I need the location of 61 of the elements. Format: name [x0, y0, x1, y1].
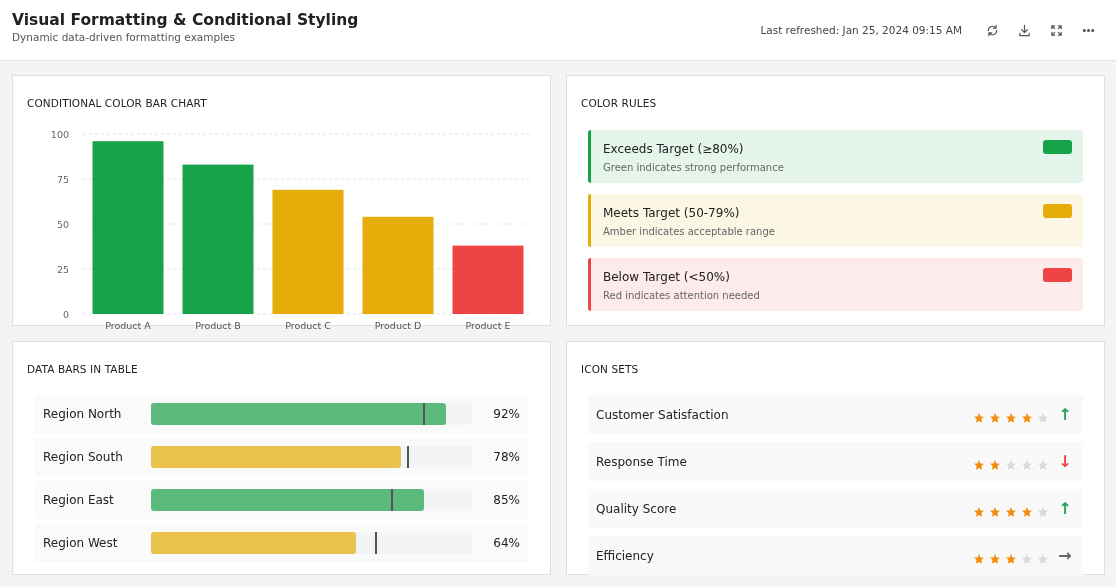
card-title: ICON SETS	[581, 362, 639, 377]
download-icon	[1016, 23, 1032, 38]
star-icon	[989, 552, 1001, 565]
kpi-label: Response Time	[596, 453, 688, 471]
star-icon	[973, 458, 985, 471]
star-icon	[973, 552, 985, 565]
star-icon	[1037, 411, 1049, 424]
rule-description: Red indicates attention needed	[603, 289, 760, 303]
kpi-label: Efficiency	[596, 547, 655, 565]
star-icon	[1021, 552, 1033, 565]
star-icon	[1037, 505, 1049, 518]
x-tick-label: Product D	[374, 320, 422, 331]
star-icon	[1021, 458, 1033, 471]
star-icon	[989, 458, 1001, 471]
rule-label: Below Target (<50%)	[603, 269, 731, 286]
star-icon	[1005, 458, 1017, 471]
last-refreshed-text: Last refreshed: Jan 25, 2024 09:15 AM	[760, 22, 962, 38]
page-title: Visual Formatting & Conditional Styling	[12, 11, 359, 30]
y-tick-label: 100	[50, 128, 69, 140]
trend-arrow: →	[1057, 544, 1073, 567]
star-icon	[1005, 411, 1017, 424]
y-tick-label: 0	[62, 308, 69, 320]
percent-value: 64%	[492, 535, 520, 552]
region-label: Region West	[43, 535, 119, 552]
star-icon	[1005, 552, 1017, 565]
x-tick-label: Product A	[105, 320, 151, 331]
expand-icon	[1048, 23, 1064, 38]
star-icon	[973, 411, 985, 424]
rule-label: Meets Target (50-79%)	[603, 205, 741, 222]
star-icon	[1005, 505, 1017, 518]
trend-arrow: ↑	[1057, 497, 1073, 520]
star-icon	[1037, 458, 1049, 471]
card-title: CONDITIONAL COLOR BAR CHART	[27, 96, 207, 111]
card-title: DATA BARS IN TABLE	[27, 362, 138, 377]
rule-description: Amber indicates acceptable range	[603, 225, 775, 239]
y-tick-label: 75	[56, 173, 69, 185]
page-subtitle: Dynamic data-driven formatting examples	[12, 29, 237, 45]
star-icon	[989, 505, 1001, 518]
x-tick-label: Product E	[465, 320, 511, 331]
trend-arrow: ↑	[1057, 403, 1073, 426]
trend-arrow: ↓	[1057, 450, 1073, 473]
x-tick-label: Product B	[195, 320, 241, 331]
percent-value: 92%	[492, 406, 520, 423]
y-tick-label: 25	[56, 263, 69, 275]
region-label: Region North	[43, 406, 123, 423]
star-icon	[973, 505, 985, 518]
x-tick-label: Product C	[285, 320, 331, 331]
y-tick-label: 50	[56, 218, 69, 230]
card-title: COLOR RULES	[581, 96, 657, 111]
star-icon	[1021, 411, 1033, 424]
star-icon	[989, 411, 1001, 424]
rule-description: Green indicates strong performance	[603, 161, 784, 175]
rule-label: Exceeds Target (≥80%)	[603, 141, 745, 158]
star-icon	[1021, 505, 1033, 518]
percent-value: 78%	[492, 449, 520, 466]
percent-value: 85%	[492, 492, 520, 509]
star-icon	[1037, 552, 1049, 565]
region-label: Region East	[43, 492, 115, 509]
region-label: Region South	[43, 449, 124, 466]
kpi-label: Quality Score	[596, 500, 678, 518]
kpi-label: Customer Satisfaction	[596, 406, 730, 424]
